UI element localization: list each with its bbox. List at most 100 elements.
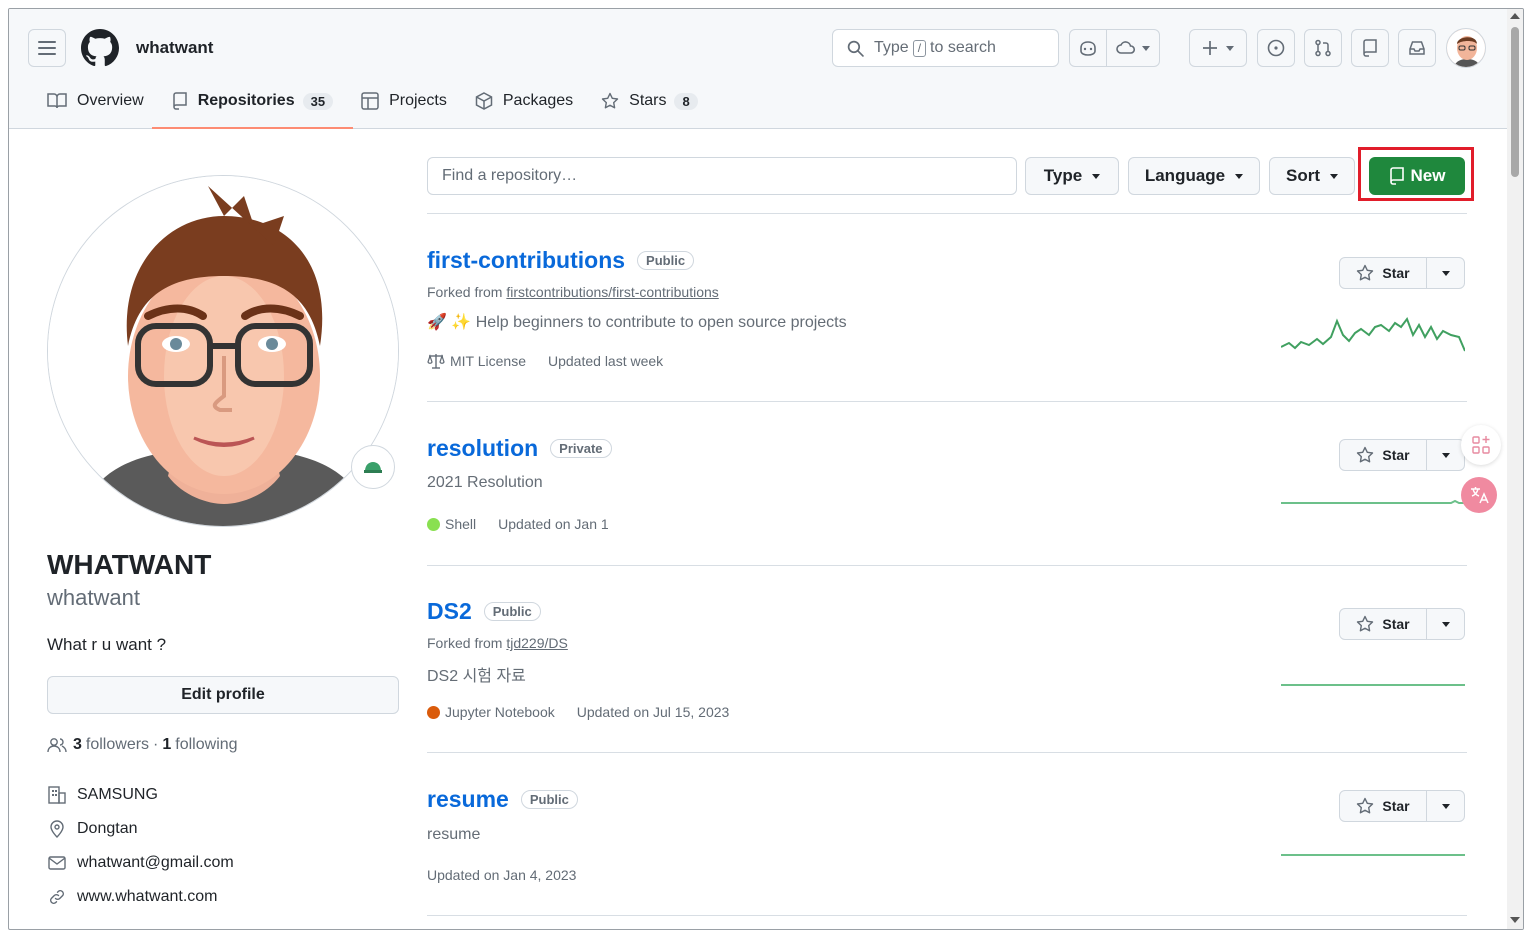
extension-apps-button[interactable] (1461, 425, 1501, 465)
star-button[interactable]: Star (1339, 439, 1465, 471)
create-new-button[interactable] (1189, 29, 1247, 67)
visibility-badge: Private (550, 439, 612, 458)
scroll-down-arrow-icon[interactable] (1510, 917, 1520, 923)
forked-prefix: Forked from (427, 284, 503, 300)
followers-count[interactable]: 3 (73, 736, 82, 754)
activity-sparkline (1281, 499, 1465, 504)
star-list-dropdown[interactable] (1427, 258, 1464, 288)
star-list-dropdown[interactable] (1427, 440, 1464, 470)
website-link[interactable]: www.whatwant.com (77, 888, 218, 906)
tab-repositories[interactable]: Repositories 35 (151, 81, 354, 129)
header-username[interactable]: whatwant (136, 38, 213, 58)
repositories-button[interactable] (1351, 29, 1389, 67)
chevron-down-icon (1441, 803, 1450, 809)
sort-filter-button[interactable]: Sort (1269, 157, 1355, 195)
email-link[interactable]: whatwant@gmail.com (77, 854, 234, 872)
language-filter-button[interactable]: Language (1128, 157, 1260, 195)
repo-description: 2021 Resolution (427, 474, 543, 491)
tab-label: Repositories (197, 92, 295, 109)
profile-bio: What r u want ? (47, 635, 167, 654)
search-icon (847, 40, 864, 57)
scroll-up-arrow-icon[interactable] (1510, 13, 1520, 19)
tab-projects[interactable]: Projects (351, 81, 457, 121)
chevron-down-icon (1441, 452, 1450, 458)
language-text: Shell (445, 516, 477, 532)
repo-name-link[interactable]: DS2 (427, 598, 472, 625)
scrollbar-thumb[interactable] (1511, 27, 1519, 177)
menu-button[interactable] (28, 29, 66, 67)
copilot-button[interactable] (1069, 29, 1107, 67)
tab-label: Projects (389, 92, 447, 109)
profile-website[interactable]: www.whatwant.com (47, 885, 218, 909)
divider (427, 565, 1467, 566)
activity-sparkline (1281, 684, 1465, 686)
issues-button[interactable] (1257, 29, 1295, 67)
repo-name-link[interactable]: first-contributions (427, 247, 625, 274)
repo-meta: Updated on Jan 4, 2023 (427, 867, 598, 883)
star-button[interactable]: Star (1339, 790, 1465, 822)
chevron-down-icon (1330, 173, 1338, 179)
divider (427, 915, 1467, 916)
tab-packages[interactable]: Packages (465, 81, 583, 121)
book-icon (47, 93, 67, 109)
github-logo-icon[interactable] (81, 29, 119, 67)
page-scrollbar[interactable] (1507, 9, 1523, 929)
tab-label: Packages (502, 92, 574, 109)
profile-avatar[interactable] (47, 175, 399, 527)
repo-item-title: resolution Private (427, 435, 612, 462)
status-emoji-icon (364, 462, 382, 473)
chevron-down-icon (1441, 621, 1450, 627)
pull-requests-button[interactable] (1304, 29, 1342, 67)
language-filter-label: Language (1144, 166, 1226, 185)
user-avatar[interactable] (1446, 28, 1486, 68)
star-toggle[interactable]: Star (1340, 791, 1427, 821)
repo-item-title: first-contributions Public (427, 247, 695, 274)
search-input[interactable]: Type / to search (832, 29, 1059, 67)
repo-name-link[interactable]: resume (427, 786, 509, 813)
profile-email[interactable]: whatwant@gmail.com (47, 851, 234, 875)
edit-profile-button[interactable]: Edit profile (47, 676, 399, 714)
inbox-button[interactable] (1398, 29, 1436, 67)
forked-from-link[interactable]: tjd229/DS (506, 635, 567, 651)
find-repository-input[interactable]: Find a repository… (427, 157, 1017, 195)
law-icon (427, 354, 445, 369)
updated-text: Updated last week (548, 353, 664, 369)
new-button-label: New (1410, 166, 1446, 185)
new-repository-button[interactable]: New (1369, 157, 1465, 195)
star-button[interactable]: Star (1339, 257, 1465, 289)
following-count[interactable]: 1 (162, 736, 171, 754)
language-text: Jupyter Notebook (445, 704, 555, 720)
star-list-dropdown[interactable] (1427, 609, 1464, 639)
activity-sparkline (1281, 316, 1465, 352)
organization-icon (48, 786, 66, 804)
follow-separator: · (153, 736, 159, 753)
updated-text: Updated on Jul 15, 2023 (576, 704, 730, 720)
star-button[interactable]: Star (1339, 608, 1465, 640)
divider (427, 752, 1467, 753)
tab-stars[interactable]: Stars 8 (591, 81, 708, 121)
license-info: MIT License (427, 353, 526, 369)
copilot-menu-button[interactable] (1106, 29, 1160, 67)
forked-from-link[interactable]: firstcontributions/first-contributions (506, 284, 718, 300)
visibility-badge: Public (483, 602, 541, 621)
star-toggle[interactable]: Star (1340, 609, 1427, 639)
tab-overview[interactable]: Overview (37, 81, 154, 121)
followers-link[interactable]: followers (86, 736, 149, 754)
forked-prefix: Forked from (427, 635, 503, 651)
star-toggle[interactable]: Star (1340, 440, 1427, 470)
following-link[interactable]: following (175, 736, 237, 754)
star-list-dropdown[interactable] (1427, 791, 1464, 821)
status-button[interactable] (351, 445, 395, 489)
repo-item-title: resume Public (427, 786, 578, 813)
app-header: whatwant Type / to search Overview Repos… (9, 9, 1507, 129)
star-toggle[interactable]: Star (1340, 258, 1427, 288)
repo-name-link[interactable]: resolution (427, 435, 538, 462)
forked-from: Forked from firstcontributions/first-con… (427, 284, 719, 300)
language-color-dot (427, 517, 440, 531)
plus-icon (1203, 41, 1217, 55)
repo-icon (1389, 167, 1404, 185)
language-color-dot (427, 705, 440, 719)
type-filter-button[interactable]: Type (1025, 157, 1119, 195)
stars-count: 8 (674, 92, 698, 110)
translate-extension-button[interactable] (1461, 477, 1497, 513)
